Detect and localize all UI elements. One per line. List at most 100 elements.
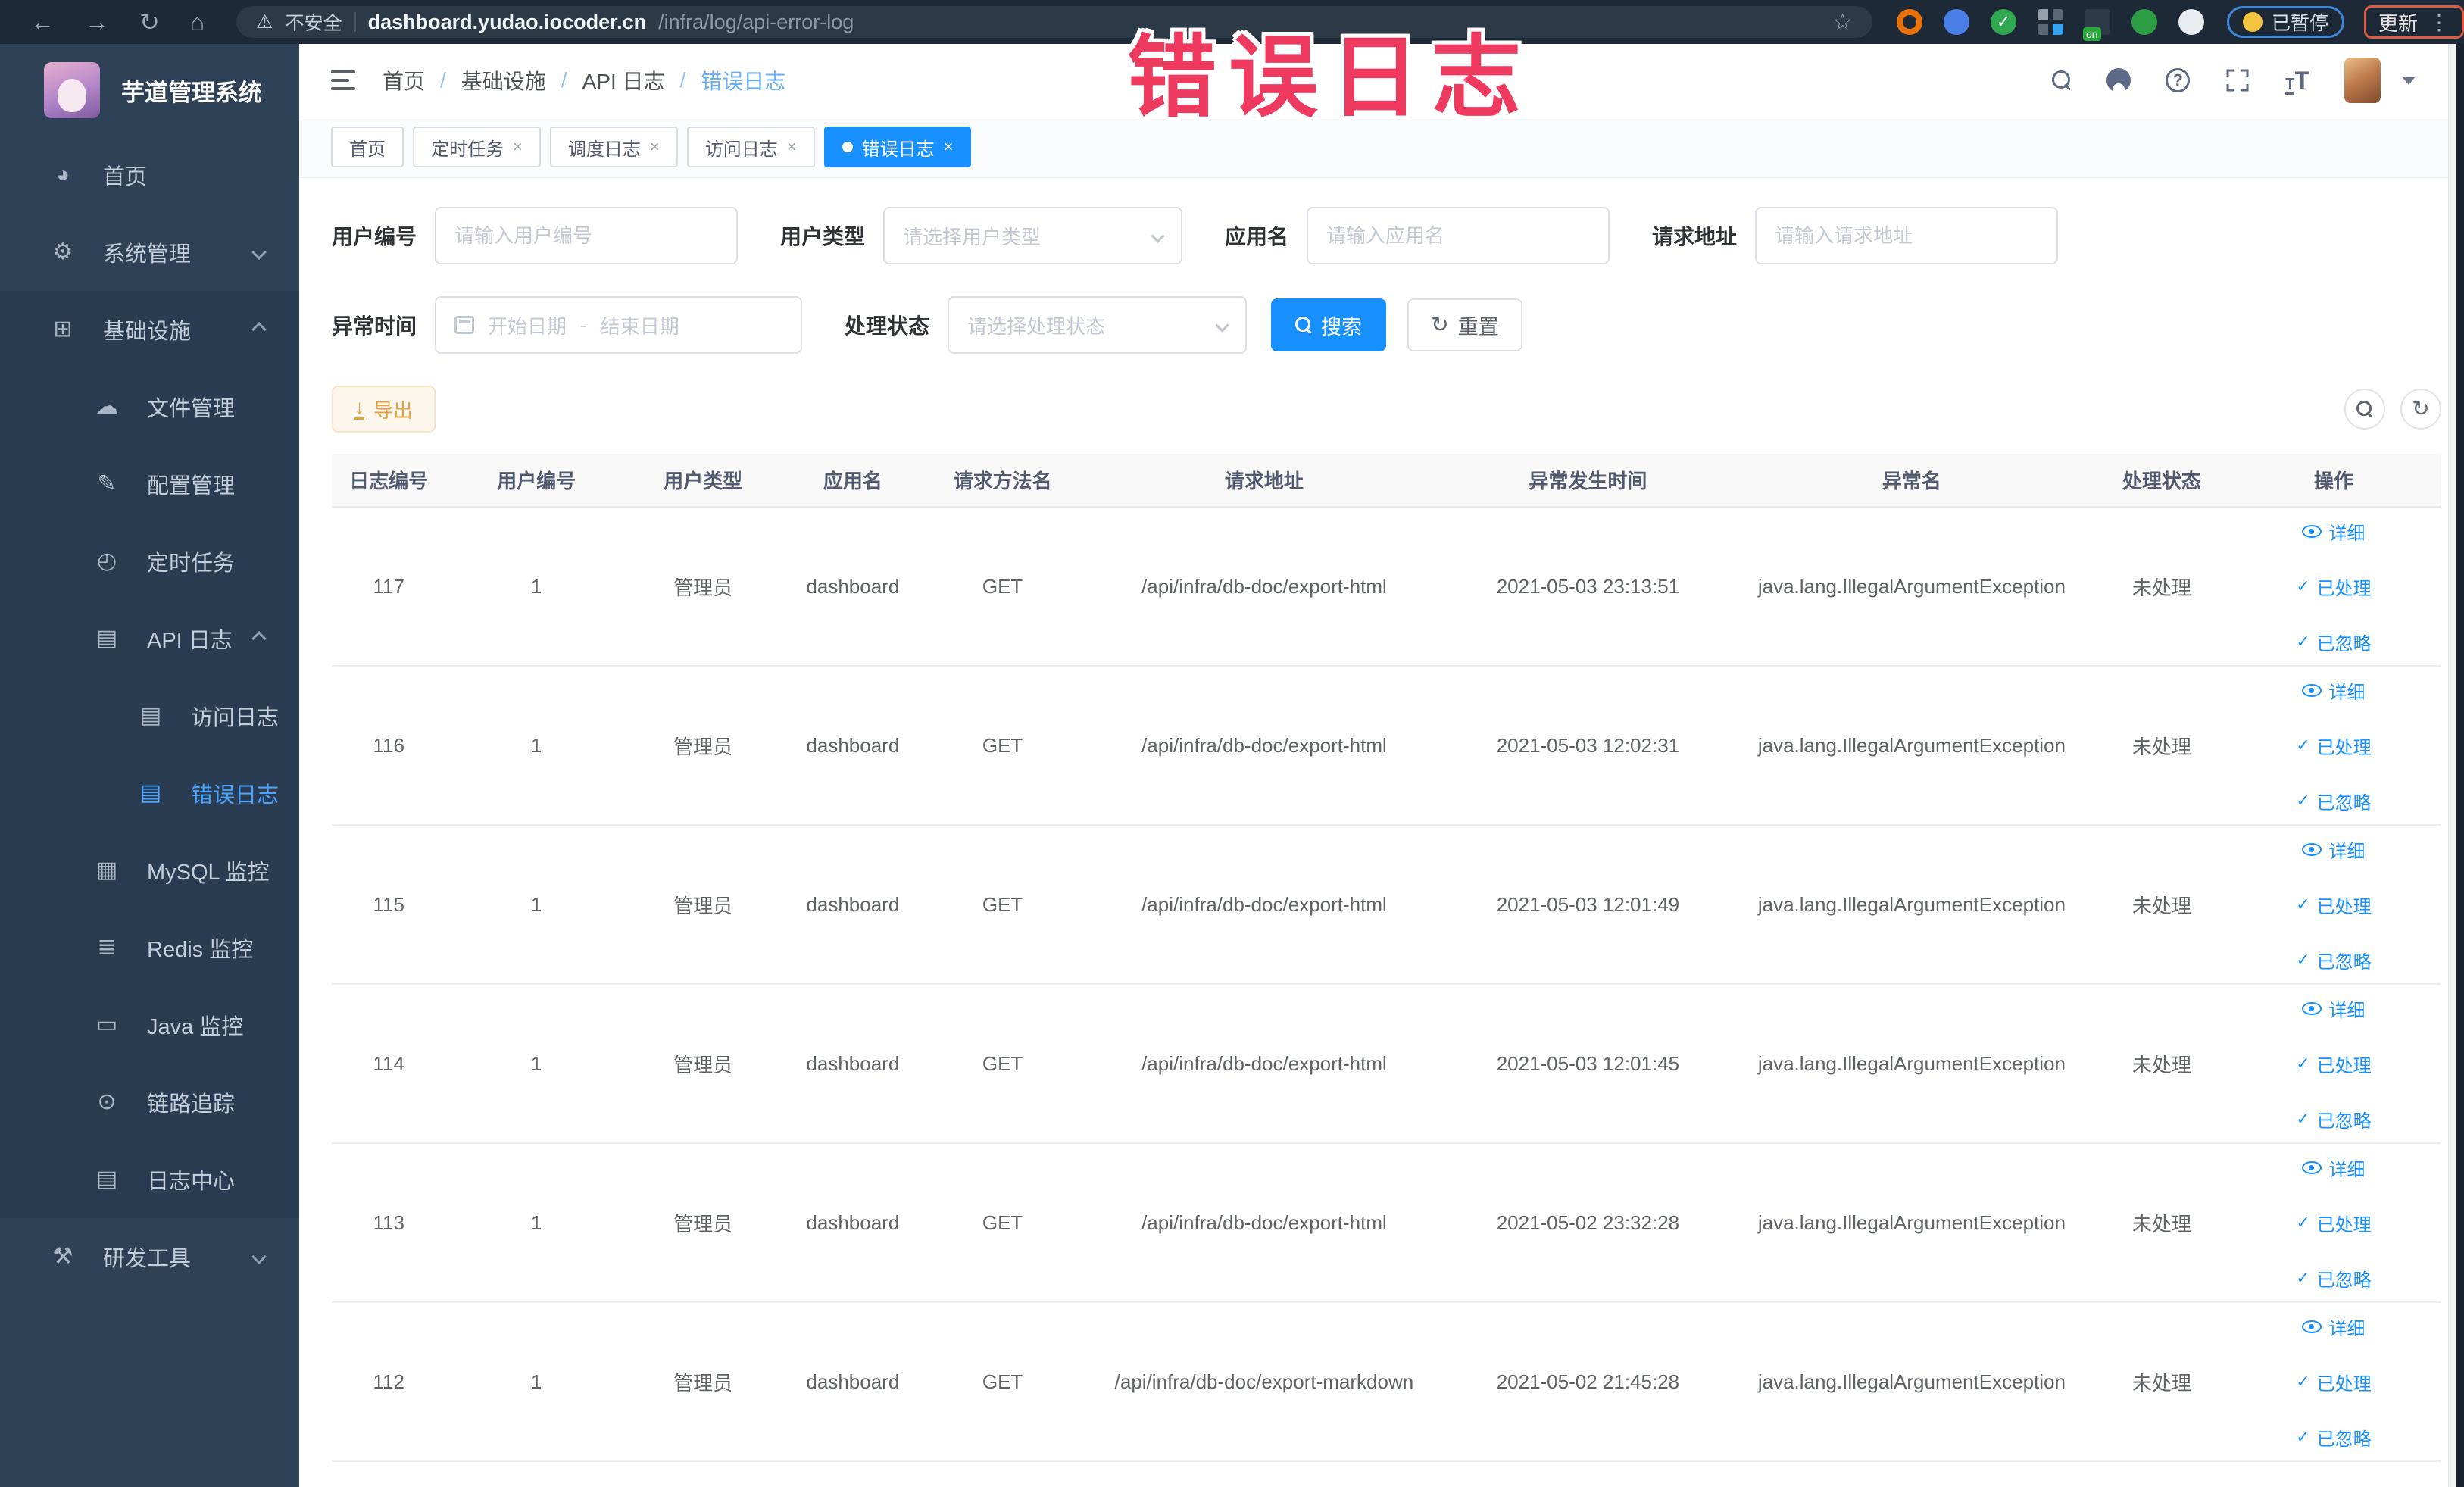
extension-icon[interactable] <box>1896 9 1922 35</box>
mark-ignored-link[interactable]: ✓ 已忽略 <box>2296 1424 2371 1451</box>
toggle-search-button[interactable] <box>2344 389 2385 430</box>
search-button[interactable]: 搜索 <box>1271 298 1387 351</box>
extension-icon[interactable]: ✓ <box>1990 9 2016 35</box>
browser-menu-kebab-icon[interactable]: ⋮ <box>2428 10 2450 35</box>
sidebar-item-log-center[interactable]: ▤ 日志中心 <box>0 1141 299 1218</box>
table-row: 116 1 管理员 dashboard GET /api/infra/db-do… <box>332 666 2441 826</box>
col-app-name: 应用名 <box>779 454 927 508</box>
user-type-select[interactable]: 请选择用户类型 <box>883 207 1183 264</box>
extension-icon[interactable] <box>2131 9 2157 35</box>
mark-processed-link[interactable]: ✓ 已处理 <box>2296 892 2371 918</box>
sidebar-item-system-management[interactable]: ⚙ 系统管理 <box>0 214 299 291</box>
mark-ignored-link[interactable]: ✓ 已忽略 <box>2296 1265 2371 1292</box>
mark-processed-link[interactable]: ✓ 已处理 <box>2296 1051 2371 1077</box>
breadcrumb-home[interactable]: 首页 <box>383 65 425 95</box>
sidebar-item-access-log[interactable]: ▤ 访问日志 <box>0 677 299 754</box>
sidebar-item-config-management[interactable]: ✎ 配置管理 <box>0 445 299 523</box>
table-row: 114 1 管理员 dashboard GET /api/infra/db-do… <box>332 984 2441 1144</box>
reset-button[interactable]: ↻ 重置 <box>1407 298 1523 351</box>
sidebar-item-error-log[interactable]: ▤ 错误日志 <box>0 754 299 832</box>
fullscreen-icon[interactable] <box>2225 67 2250 93</box>
close-icon[interactable]: × <box>513 139 523 155</box>
detail-link[interactable]: 详细 <box>2302 995 2365 1022</box>
detail-link[interactable]: 详细 <box>2302 1154 2365 1181</box>
process-status-select[interactable]: 请选择处理状态 <box>948 296 1248 354</box>
mark-ignored-link[interactable]: ✓ 已忽略 <box>2296 947 2371 973</box>
refresh-button[interactable]: ↻ <box>2400 389 2441 430</box>
app-name-input[interactable] <box>1307 207 1610 264</box>
home-icon[interactable]: ⌂ <box>190 10 205 34</box>
mark-ignored-link[interactable]: ✓ 已忽略 <box>2296 788 2371 814</box>
detail-link[interactable]: 详细 <box>2302 1314 2365 1340</box>
screen-icon: ▭ <box>95 1012 118 1037</box>
github-icon[interactable] <box>2106 68 2131 92</box>
address-divider <box>354 12 356 32</box>
mark-processed-link[interactable]: ✓ 已处理 <box>2296 573 2371 600</box>
user-avatar[interactable] <box>2344 58 2381 103</box>
mark-processed-link[interactable]: ✓ 已处理 <box>2296 1369 2371 1395</box>
sidebar-item-api-log[interactable]: ▤ API 日志 <box>0 600 299 677</box>
cell-request-url: /api/infra/db-doc/export-html <box>1078 984 1450 1144</box>
sidebar-collapse-icon[interactable] <box>331 70 355 90</box>
font-size-icon[interactable]: TT <box>2285 67 2309 95</box>
app-logo: 芋道管理系统 <box>0 44 299 136</box>
sidebar-item-mysql-monitor[interactable]: ▦ MySQL 监控 <box>0 832 299 909</box>
address-bar[interactable]: ⚠ 不安全 dashboard.yudao.iocoder.cn /infra/… <box>236 6 1872 38</box>
scrollbar[interactable] <box>2448 44 2456 1487</box>
profile-paused-badge[interactable]: 已暂停 <box>2226 6 2344 38</box>
sidebar-item-java-monitor[interactable]: ▭ Java 监控 <box>0 986 299 1064</box>
sidebar-item-scheduled-tasks[interactable]: ◴ 定时任务 <box>0 523 299 600</box>
bookmark-star-icon[interactable]: ☆ <box>1832 9 1853 36</box>
forward-icon[interactable]: → <box>85 10 109 34</box>
tab-home[interactable]: 首页 <box>331 127 404 167</box>
tab-scheduled-tasks[interactable]: 定时任务 × <box>413 127 541 167</box>
back-icon[interactable]: ← <box>30 10 55 34</box>
mark-processed-link[interactable]: ✓ 已处理 <box>2296 733 2371 759</box>
detail-link[interactable]: 详细 <box>2302 518 2365 545</box>
cell-user-id: 1 <box>445 1302 627 1462</box>
chevron-up-icon <box>251 322 267 337</box>
exception-time-range-picker[interactable]: 开始日期 - 结束日期 <box>435 296 803 354</box>
extensions-puzzle-icon[interactable] <box>2178 9 2204 35</box>
sidebar-item-infrastructure[interactable]: ⊞ 基础设施 <box>0 291 299 368</box>
user-id-input[interactable] <box>435 207 739 264</box>
tab-schedule-log[interactable]: 调度日志 × <box>549 127 678 167</box>
mark-ignored-link[interactable]: ✓ 已忽略 <box>2296 629 2371 655</box>
tab-error-log[interactable]: 错误日志 × <box>823 127 972 167</box>
search-icon[interactable] <box>2052 70 2072 90</box>
cell-actions: 详细 ✓ 已处理 ✓ 已忽略 <box>2225 507 2441 667</box>
close-icon[interactable]: × <box>650 139 660 155</box>
sidebar-item-dev-tools[interactable]: ⚒ 研发工具 <box>0 1218 299 1295</box>
app-title: 芋道管理系统 <box>121 79 262 106</box>
breadcrumb-infrastructure[interactable]: 基础设施 <box>461 65 546 95</box>
user-type-label: 用户类型 <box>780 225 866 248</box>
log-document-icon: ▤ <box>95 626 118 651</box>
check-icon: ✓ <box>2296 632 2310 651</box>
cell-log-id: 117 <box>332 507 446 667</box>
mark-processed-link[interactable]: ✓ 已处理 <box>2296 1210 2371 1236</box>
reload-icon[interactable]: ↻ <box>139 10 160 34</box>
extension-icon[interactable] <box>1943 9 1969 35</box>
sidebar-item-trace[interactable]: ⊙ 链路追踪 <box>0 1064 299 1141</box>
extension-icon-on-badge[interactable] <box>2082 9 2110 41</box>
help-icon[interactable]: ? <box>2166 68 2191 92</box>
export-button[interactable]: ↓ 导出 <box>332 386 436 433</box>
close-icon[interactable]: × <box>787 139 797 155</box>
detail-link[interactable]: 详细 <box>2302 836 2365 863</box>
breadcrumb-api-log[interactable]: API 日志 <box>582 65 665 95</box>
cell-user-id: 1 <box>445 666 627 826</box>
sidebar: 芋道管理系统 ◕ 首页 ⚙ 系统管理 ⊞ 基础设施 ☁ 文件管理 ✎ 配置管理 … <box>0 44 299 1487</box>
eye-icon <box>2302 1161 2322 1174</box>
sidebar-item-redis-monitor[interactable]: ≣ Redis 监控 <box>0 909 299 986</box>
extension-icon[interactable] <box>2037 9 2063 35</box>
sidebar-item-file-management[interactable]: ☁ 文件管理 <box>0 368 299 445</box>
cell-user-id: 1 <box>445 507 627 667</box>
request-url-input[interactable] <box>1755 207 2059 264</box>
browser-update-button[interactable]: 更新 ⋮ <box>2363 5 2464 39</box>
tab-access-log[interactable]: 访问日志 × <box>686 127 815 167</box>
detail-link[interactable]: 详细 <box>2302 677 2365 704</box>
mark-ignored-link[interactable]: ✓ 已忽略 <box>2296 1106 2371 1132</box>
sidebar-item-home[interactable]: ◕ 首页 <box>0 136 299 214</box>
user-menu-caret-icon[interactable] <box>2402 76 2416 85</box>
close-icon[interactable]: × <box>944 139 954 155</box>
